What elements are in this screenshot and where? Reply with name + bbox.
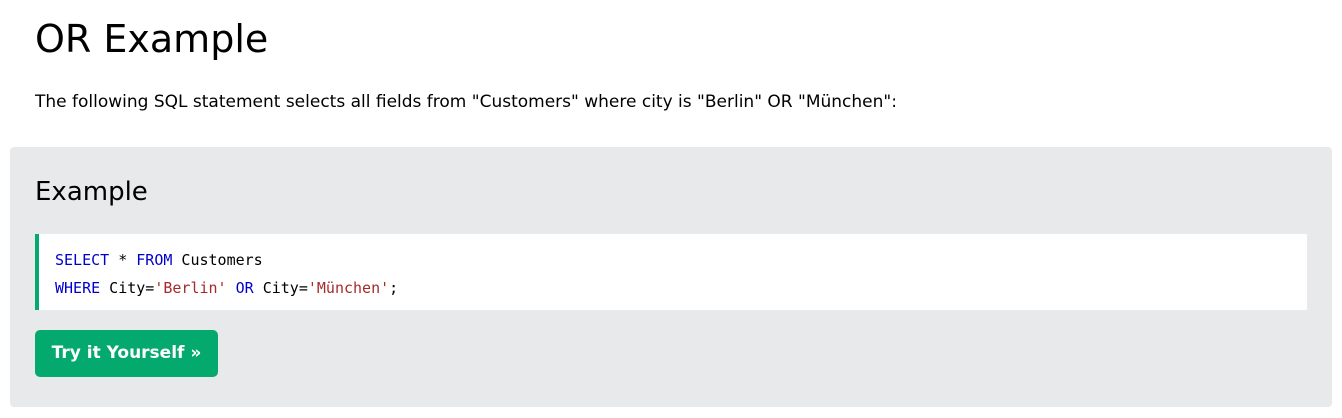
page-title: OR Example <box>35 17 269 61</box>
code-keyword-or: OR <box>235 279 254 297</box>
code-string-berlin: 'Berlin' <box>154 279 227 297</box>
code-keyword-where: WHERE <box>55 279 101 297</box>
code-text: City= <box>253 279 308 297</box>
intro-text: The following SQL statement selects all … <box>35 92 897 112</box>
code-line-2: WHERE City='Berlin' OR City='München'; <box>55 274 1307 302</box>
sql-code-block: SELECT * FROM Customers WHERE City='Berli… <box>35 234 1307 310</box>
try-it-yourself-button[interactable]: Try it Yourself » <box>35 330 218 377</box>
code-keyword-select: SELECT <box>55 251 110 269</box>
code-text: Customers <box>172 251 263 269</box>
code-keyword-from: FROM <box>136 251 173 269</box>
code-string-munchen: 'München' <box>307 279 390 297</box>
code-text: ; <box>389 279 399 297</box>
example-heading: Example <box>35 177 148 207</box>
example-panel: Example SELECT * FROM Customers WHERE Cit… <box>10 147 1332 407</box>
code-text: * <box>109 251 137 269</box>
code-line-1: SELECT * FROM Customers <box>55 246 1307 274</box>
code-text: City= <box>100 279 155 297</box>
